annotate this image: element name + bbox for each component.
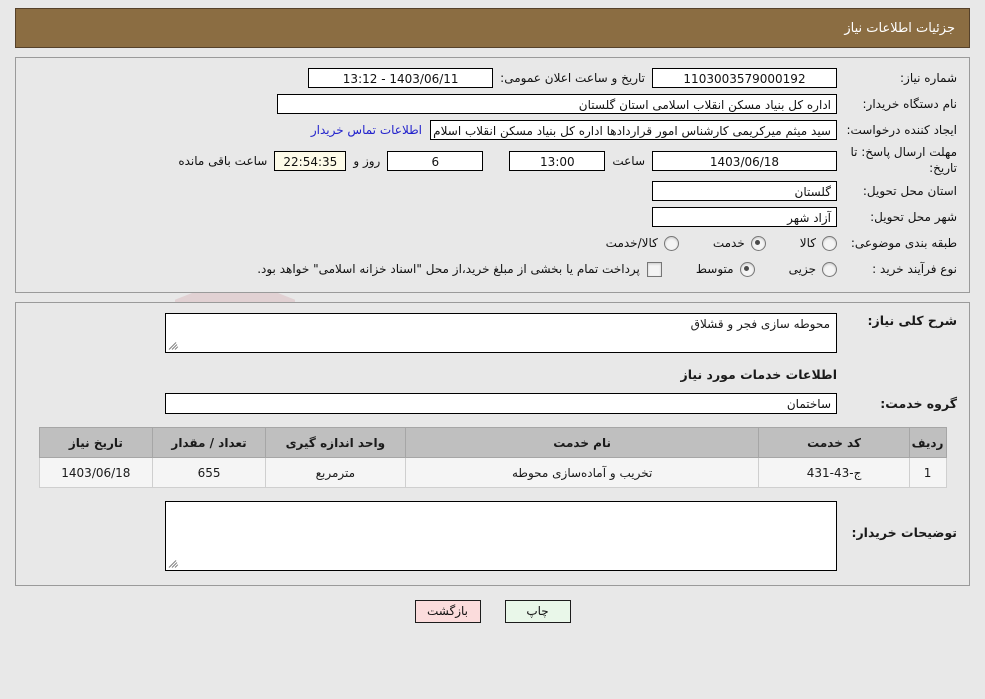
radio-icon[interactable]	[822, 261, 837, 277]
row-general-desc: شرح کلی نیاز: محوطه سازی فجر و قشلاق	[28, 313, 957, 354]
remaining-days-label: روز و	[353, 153, 381, 168]
need-number-label: شماره نیاز:	[900, 70, 957, 85]
page-title: جزئیات اطلاعات نیاز	[844, 20, 955, 36]
col-header-unit: واحد اندازه گیری	[264, 427, 406, 459]
process-option-label: متوسط	[695, 262, 734, 277]
buyer-notes-textarea[interactable]	[165, 501, 837, 572]
category-radio-group: کالا خدمت کالا/خدمت	[572, 235, 837, 251]
radio-selected-icon[interactable]	[750, 235, 766, 251]
category-option-label: کالا/خدمت	[605, 236, 658, 251]
cell-index: 1	[908, 457, 947, 489]
treasury-checkbox[interactable]	[646, 261, 662, 277]
countdown-field: 22:54:35	[274, 150, 347, 171]
col-header-date: تاریخ نیاز	[38, 427, 154, 459]
footer-button-bar: چاپ بازگشت	[0, 600, 985, 624]
buyer-org-label: نام دستگاه خریدار:	[862, 96, 958, 111]
cell-unit: مترمربع	[264, 457, 406, 489]
cell-code: ج-43-431	[758, 457, 910, 489]
radio-selected-icon[interactable]	[739, 261, 755, 277]
row-buyer-notes: توضیحات خریدار:	[28, 501, 957, 572]
services-table-wrap: ردیف کد خدمت نام خدمت واحد اندازه گیری ت…	[28, 427, 957, 489]
process-option-motevaset[interactable]: متوسط	[695, 261, 755, 277]
general-desc-textarea[interactable]: محوطه سازی فجر و قشلاق	[165, 313, 837, 354]
province-label: استان محل تحویل:	[862, 184, 957, 199]
treasury-note: پرداخت تمام یا بخشی از مبلغ خرید،از محل …	[257, 262, 640, 277]
process-option-jozi[interactable]: جزیی	[788, 261, 837, 277]
row-need-number: شماره نیاز: 1103003579000192 تاریخ و ساع…	[28, 67, 957, 89]
process-option-label: جزیی	[788, 262, 816, 277]
creator-label: ایجاد کننده درخواست:	[846, 122, 957, 137]
resize-grip-icon[interactable]	[168, 339, 180, 351]
col-header-index: ردیف	[908, 427, 947, 459]
row-services-heading: اطلاعات خدمات مورد نیاز	[28, 357, 957, 392]
row-category: طبقه بندی موضوعی: کالا خدمت کالا/خدمت	[28, 232, 957, 254]
cell-date: 1403/06/18	[38, 457, 154, 489]
countdown-label: ساعت باقی مانده	[178, 153, 268, 168]
details-panel: شرح کلی نیاز: محوطه سازی فجر و قشلاق اطل…	[15, 302, 970, 587]
category-option-label: کالا	[799, 236, 816, 251]
process-radio-group: جزیی متوسط	[662, 261, 837, 277]
radio-icon[interactable]	[663, 235, 679, 251]
deadline-label: مهلت ارسال پاسخ: تا تاریخ:	[850, 145, 957, 175]
services-table: ردیف کد خدمت نام خدمت واحد اندازه گیری ت…	[38, 427, 947, 489]
remaining-days-field: 6	[387, 150, 484, 171]
announce-label: تاریخ و ساعت اعلان عمومی:	[500, 71, 645, 85]
service-group-field[interactable]: ساختمان	[165, 392, 837, 414]
col-header-name: نام خدمت	[404, 427, 760, 459]
category-label: طبقه بندی موضوعی:	[850, 236, 957, 251]
need-info-panel: شماره نیاز: 1103003579000192 تاریخ و ساع…	[15, 57, 970, 294]
creator-field[interactable]: سید میثم میرکریمی کارشناس امور قراردادها…	[430, 120, 837, 140]
radio-icon[interactable]	[822, 235, 837, 251]
deadline-hour-label: ساعت	[612, 153, 645, 168]
buyer-contact-link[interactable]: اطلاعات تماس خریدار	[303, 123, 430, 137]
category-option-khedmat[interactable]: خدمت	[712, 235, 766, 251]
row-creator: ایجاد کننده درخواست: سید میثم میرکریمی ک…	[28, 119, 957, 141]
print-button[interactable]: چاپ	[504, 600, 571, 624]
buyer-org-field[interactable]: اداره کل بنیاد مسکن انقلاب اسلامی استان …	[277, 94, 837, 114]
col-header-code: کد خدمت	[758, 427, 910, 459]
row-process-type: نوع فرآیند خرید : جزیی متوسط پرداخت تمام…	[28, 258, 957, 280]
category-option-label: خدمت	[712, 236, 745, 251]
cell-name: تخریب و آماده‌سازی محوطه	[404, 457, 760, 489]
back-button[interactable]: بازگشت	[414, 600, 481, 624]
page-root: جزئیات اطلاعات نیاز شماره نیاز: 11030035…	[0, 8, 985, 624]
cell-quantity: 655	[152, 457, 266, 489]
row-province: استان محل تحویل: گلستان	[28, 180, 957, 202]
row-buyer-org: نام دستگاه خریدار: اداره کل بنیاد مسکن ا…	[28, 93, 957, 115]
buyer-notes-label: توضیحات خریدار:	[851, 525, 957, 541]
city-label: شهر محل تحویل:	[870, 210, 957, 225]
col-header-quantity: تعداد / مقدار	[152, 427, 266, 459]
city-field[interactable]: آزاد شهر	[652, 207, 837, 228]
deadline-date-field[interactable]: 1403/06/18	[652, 150, 837, 171]
need-number-field[interactable]: 1103003579000192	[652, 68, 837, 88]
resize-grip-icon[interactable]	[168, 557, 180, 569]
category-option-kala[interactable]: کالا	[799, 235, 837, 251]
row-city: شهر محل تحویل: آزاد شهر	[28, 206, 957, 228]
general-desc-label: شرح کلی نیاز:	[867, 313, 957, 329]
province-field[interactable]: گلستان	[652, 181, 837, 202]
row-deadline: مهلت ارسال پاسخ: تا تاریخ: 1403/06/18 سا…	[28, 145, 957, 176]
table-row: 1 ج-43-431 تخریب و آماده‌سازی محوطه مترم…	[38, 457, 947, 489]
deadline-time-field[interactable]: 13:00	[509, 150, 606, 171]
table-header-row: ردیف کد خدمت نام خدمت واحد اندازه گیری ت…	[38, 427, 947, 459]
service-group-label: گروه خدمت:	[880, 395, 957, 411]
category-option-kala-khedmat[interactable]: کالا/خدمت	[605, 235, 679, 251]
row-service-group: گروه خدمت: ساختمان	[28, 392, 957, 414]
announce-datetime-field[interactable]: 1403/06/11 - 13:12	[308, 68, 494, 88]
page-title-bar: جزئیات اطلاعات نیاز	[15, 8, 970, 48]
services-section-title: اطلاعات خدمات مورد نیاز	[680, 367, 838, 383]
process-label: نوع فرآیند خرید :	[872, 262, 957, 277]
general-desc-value: محوطه سازی فجر و قشلاق	[690, 317, 830, 332]
